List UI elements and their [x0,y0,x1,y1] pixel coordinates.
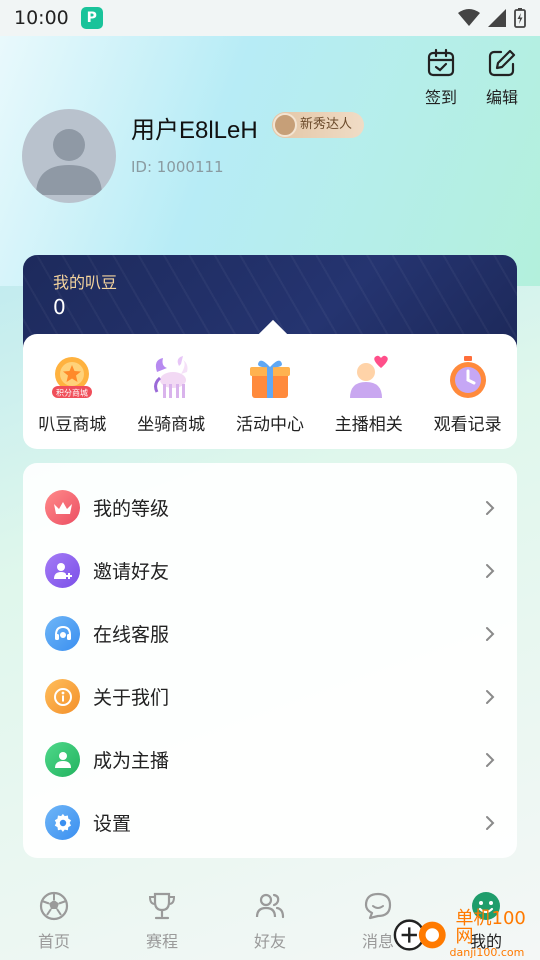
calendar-icon [427,48,455,77]
wifi-icon [458,9,480,26]
shortcut-watch-history[interactable]: 观看记录 [423,354,513,449]
bean-mall-icon: 积分商城 [48,354,96,402]
menu-label: 邀请好友 [93,561,170,583]
watermark-subtext: danji100.com [449,946,525,959]
menu-item-settings[interactable]: 设置 [23,791,517,854]
menu-label: 在线客服 [93,624,170,646]
user-icon [45,742,80,777]
shortcut-mount-mall[interactable]: 坐骑商城 [126,354,216,449]
bean-mall-icon-text: 积分商城 [56,388,88,398]
gift-box-icon [246,354,294,402]
checkin-label: 签到 [424,88,457,107]
status-icons [458,8,526,28]
soccer-ball-icon [39,891,69,921]
shortcut-bean-mall[interactable]: 积分商城 叭豆商城 [27,354,117,449]
chevron-right-icon [486,563,495,578]
settings-menu: 我的等级 邀请好友 在线客服 关于我们 成为主播 设置 [23,463,517,858]
shortcut-grid: 积分商城 叭豆商城 坐骑商城 活动中心 主播相关 观看记录 [23,319,517,449]
menu-label: 设置 [93,813,132,835]
chevron-right-icon [486,752,495,767]
chevron-right-icon [486,689,495,704]
menu-item-my-level[interactable]: 我的等级 [23,476,517,539]
message-icon [364,892,392,920]
beans-value: 0 [53,295,66,319]
edit-pencil-icon [488,49,516,77]
crown-icon [45,490,80,525]
headset-icon [45,616,80,651]
shortcut-label: 活动中心 [235,415,304,435]
tab-label: 好友 [253,932,286,951]
tab-friends[interactable]: 好友 [230,890,310,960]
battery-icon [514,8,526,28]
chevron-right-icon [486,815,495,830]
settings-gear-icon [45,805,80,840]
badge-label: 新秀达人 [300,117,353,132]
menu-label: 关于我们 [93,687,170,709]
watermark: 单机100网 danji100.com [392,910,540,959]
username: 用户E8lLeH [131,117,258,144]
default-avatar-icon [36,129,102,195]
status-bar: 10:00 P [0,0,540,36]
trophy-icon [148,892,176,920]
shortcut-activity-center[interactable]: 活动中心 [225,354,315,449]
chevron-right-icon [486,626,495,641]
tab-home[interactable]: 首页 [14,890,94,960]
status-time: 10:00 [14,7,69,29]
tab-label: 首页 [37,932,70,951]
menu-item-become-streamer[interactable]: 成为主播 [23,728,517,791]
beans-label: 我的叭豆 [53,273,118,292]
shortcut-label: 主播相关 [334,415,403,435]
shortcut-label: 观看记录 [433,415,502,435]
tab-label: 消息 [361,932,394,951]
menu-label: 成为主播 [93,750,170,772]
watermark-logo-icon [393,918,446,951]
shortcut-label: 叭豆商城 [38,415,107,435]
menu-item-invite-friends[interactable]: 邀请好友 [23,539,517,602]
tab-schedule[interactable]: 赛程 [122,890,202,960]
invite-user-icon [45,553,80,588]
app-notification-icon: P [80,7,103,29]
tab-label: 赛程 [145,932,178,951]
badge-house-icon [273,113,297,137]
chevron-right-icon [486,500,495,515]
avatar[interactable] [22,109,116,203]
info-icon [45,679,80,714]
stopwatch-icon [444,354,492,402]
streamer-heart-icon [345,354,393,402]
friends-icon [255,893,285,919]
edit-button[interactable]: 编辑 [474,48,530,108]
menu-item-about-us[interactable]: 关于我们 [23,665,517,728]
menu-label: 我的等级 [93,498,170,520]
user-id: ID: 1000111 [131,158,224,176]
shortcut-streamer[interactable]: 主播相关 [324,354,414,449]
shortcut-label: 坐骑商城 [137,415,206,435]
watermark-text: 单机100网 [455,908,526,947]
level-badge: 新秀达人 [272,112,365,138]
signal-icon [488,9,506,27]
mount-horse-icon [147,354,195,402]
checkin-button[interactable]: 签到 [413,48,469,108]
menu-item-online-service[interactable]: 在线客服 [23,602,517,665]
edit-label: 编辑 [485,88,518,107]
